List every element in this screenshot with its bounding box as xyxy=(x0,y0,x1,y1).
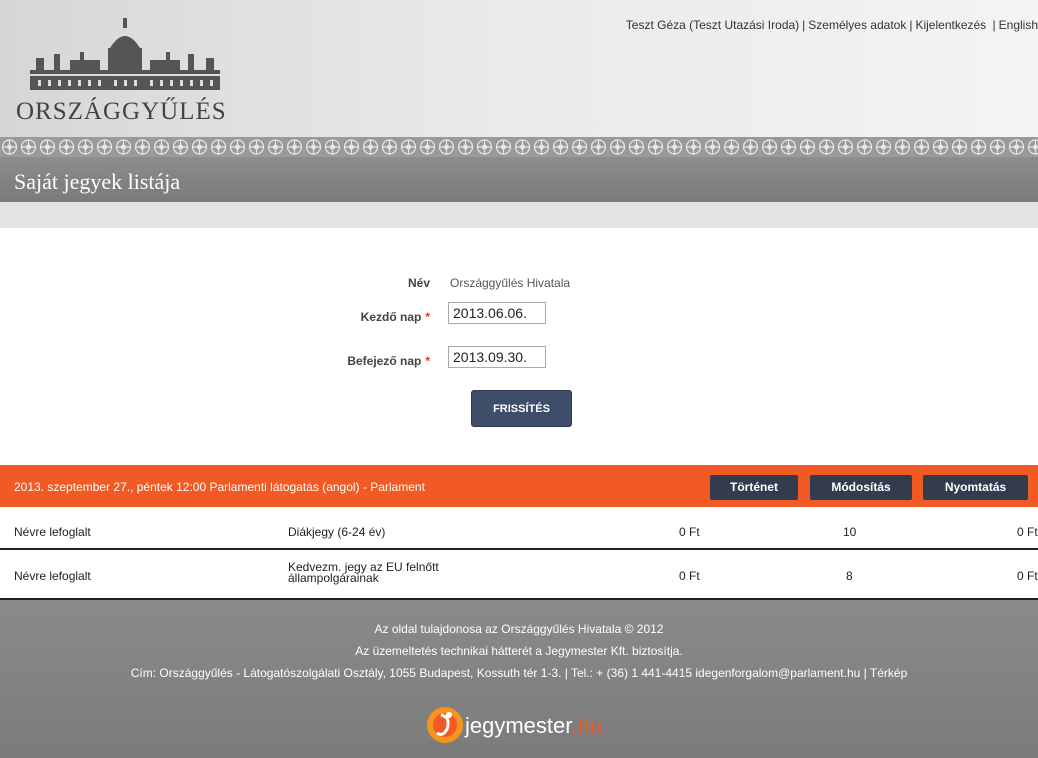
table-row: Névre lefoglalt Diákjegy (6-24 év) 0 Ft … xyxy=(0,508,1038,548)
row-divider xyxy=(0,548,1038,550)
name-value: Országgyűlés Hivatala xyxy=(450,276,571,290)
end-date-label: Befejező nap * xyxy=(300,354,430,368)
jegymester-text: jegymester.hu xyxy=(465,713,602,739)
brand-tld: .hu xyxy=(571,713,602,738)
start-date-label: Kezdő nap * xyxy=(300,310,430,324)
ticket-total: 0 Ft xyxy=(1017,569,1038,583)
end-date-label-text: Befejező nap xyxy=(347,354,422,368)
logo-text: ORSZÁGGYŰLÉS xyxy=(16,98,227,125)
ticket-price: 0 Ft xyxy=(679,525,700,539)
site-header: Teszt Géza (Teszt Utazási Iroda) | Személy… xyxy=(0,0,1038,228)
ticket-status: Névre lefoglalt xyxy=(14,525,91,539)
print-button[interactable]: Nyomtatás xyxy=(923,475,1028,500)
name-label: Név xyxy=(407,276,430,290)
ticket-type: Kedvezm. jegy az EU felnőtt állampolgára… xyxy=(288,561,439,585)
table-row: Névre lefoglalt Kedvezm. jegy az EU feln… xyxy=(0,551,1038,598)
logout-link[interactable]: Kijelentkezés xyxy=(915,18,986,32)
ticket-type: Diákjegy (6-24 év) xyxy=(288,525,386,539)
footer-owner: Az oldal tulajdonosa az Országgyűlés Hiv… xyxy=(374,622,664,636)
title-bar: Saját jegyek listája xyxy=(0,157,1038,202)
ornament-border xyxy=(0,137,1038,157)
ticket-quantity: 8 xyxy=(846,569,853,583)
event-title: 2013. szeptember 27., péntek 12:00 Parla… xyxy=(14,480,425,494)
jegymester-logo[interactable]: jegymester.hu xyxy=(425,703,625,747)
personal-data-link[interactable]: Személyes adatok xyxy=(808,18,906,32)
modify-button[interactable]: Módosítás xyxy=(810,475,912,500)
end-date-input[interactable] xyxy=(448,346,546,368)
required-mark: * xyxy=(425,354,430,368)
language-link[interactable]: English xyxy=(999,18,1038,32)
ticket-status: Névre lefoglalt xyxy=(14,569,91,583)
parliament-building-icon xyxy=(30,18,220,90)
jegymester-icon xyxy=(427,707,463,743)
ticket-price: 0 Ft xyxy=(679,569,700,583)
ticket-total: 0 Ft xyxy=(1017,525,1038,539)
refresh-button[interactable]: FRISSÍTÉS xyxy=(471,390,572,427)
user-links: Teszt Géza (Teszt Utazási Iroda) | Személy… xyxy=(625,18,1038,32)
event-header: 2013. szeptember 27., péntek 12:00 Parla… xyxy=(0,465,1038,507)
required-mark: * xyxy=(425,310,430,324)
footer-tech: Az üzemeltetés technikai hátterét a Jegy… xyxy=(355,644,683,658)
user-name-link[interactable]: Teszt Géza (Teszt Utazási Iroda) xyxy=(626,18,799,32)
start-date-label-text: Kezdő nap xyxy=(360,310,422,324)
ticket-type-line: állampolgárainak xyxy=(288,571,379,585)
brand-name: jegymester xyxy=(465,713,572,738)
footer-address[interactable]: Cím: Országgyűlés - Látogatószolgálati O… xyxy=(0,666,1038,680)
page-title: Saját jegyek listája xyxy=(14,169,181,194)
parliament-logo[interactable]: ORSZÁGGYŰLÉS xyxy=(10,18,240,128)
start-date-input[interactable] xyxy=(448,302,546,324)
history-button[interactable]: Történet xyxy=(710,475,798,500)
sub-bar xyxy=(0,202,1038,228)
ticket-quantity: 10 xyxy=(843,525,857,539)
